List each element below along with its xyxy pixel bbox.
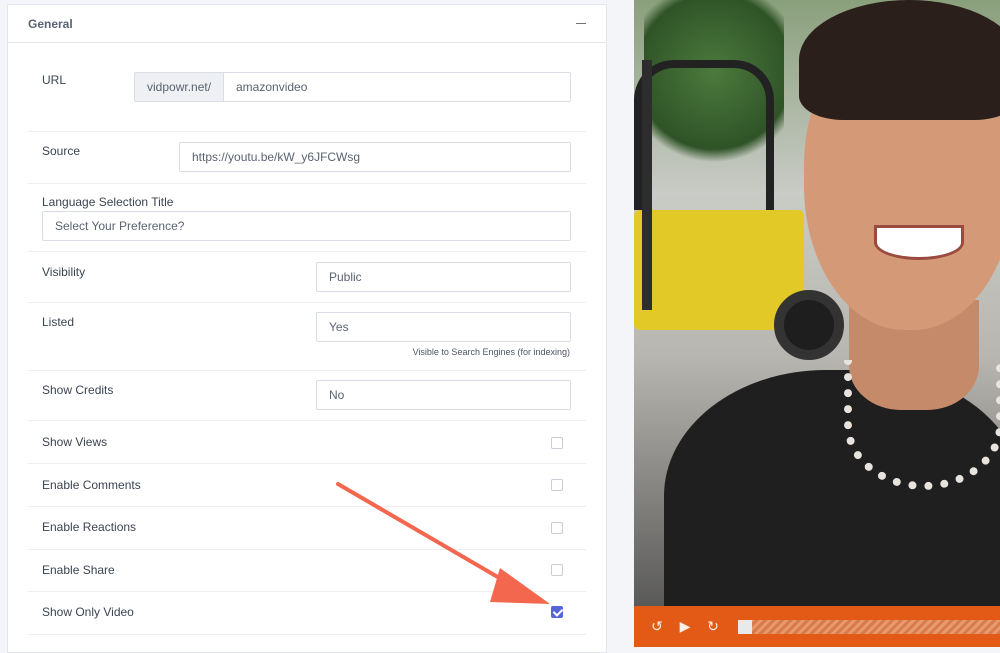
general-settings-panel: General URL vidpowr.net/ amazonvideo Sou… [7, 4, 607, 653]
forklift-wheel-shape [774, 290, 844, 360]
collapse-icon[interactable] [576, 23, 586, 24]
person-hair-shape [799, 0, 1000, 120]
play-icon[interactable]: ▶ [676, 618, 694, 635]
show-only-video-checkbox[interactable] [551, 606, 563, 618]
progress-bar[interactable] [738, 619, 1000, 634]
listed-select[interactable]: Yes [316, 312, 571, 342]
toggle-row-enable-comments: Enable Comments [28, 464, 586, 507]
language-title-input[interactable]: Select Your Preference? [42, 211, 571, 241]
forklift-mast-shape [642, 60, 652, 310]
source-label: Source [42, 144, 81, 158]
toggle-label: Show Views [42, 435, 108, 449]
rewind-10-icon[interactable]: ↺ [648, 618, 666, 635]
url-prefix: vidpowr.net/ [134, 72, 224, 102]
video-preview[interactable]: ↺ ▶ ↻ [634, 0, 1000, 647]
visibility-select[interactable]: Public [316, 262, 571, 292]
enable-reactions-checkbox[interactable] [551, 522, 563, 534]
credits-label: Show Credits [42, 383, 114, 397]
listed-label: Listed [42, 315, 75, 329]
show-views-checkbox[interactable] [551, 437, 563, 449]
toggle-row-enable-share: Enable Share [28, 550, 586, 592]
url-row: URL vidpowr.net/ amazonvideo [28, 43, 586, 132]
forward-10-icon[interactable]: ↻ [704, 618, 722, 635]
progress-handle[interactable] [738, 619, 752, 634]
forklift-cab-shape [634, 60, 774, 210]
toggle-row-enable-reactions: Enable Reactions [28, 507, 586, 550]
language-label: Language Selection Title [42, 195, 174, 209]
enable-comments-checkbox[interactable] [551, 479, 563, 491]
toggle-label: Show Only Video [42, 605, 134, 619]
toggle-label: Enable Comments [42, 478, 141, 492]
toggle-row-show-views: Show Views [28, 421, 586, 464]
source-input[interactable]: https://youtu.be/kW_y6JFCWsg [179, 142, 571, 172]
source-row: Source https://youtu.be/kW_y6JFCWsg [28, 132, 586, 184]
credits-row: Show Credits No [28, 371, 586, 421]
toggle-label: Enable Share [42, 563, 115, 577]
enable-share-checkbox[interactable] [551, 564, 563, 576]
visibility-label: Visibility [42, 265, 86, 279]
listed-row: Listed Yes Visible to Search Engines (fo… [28, 303, 586, 371]
panel-header[interactable]: General [8, 5, 606, 43]
credits-select[interactable]: No [316, 380, 571, 410]
toggle-label: Enable Reactions [42, 520, 137, 534]
language-row: Language Selection Title Select Your Pre… [28, 184, 586, 252]
listed-help-text: Visible to Search Engines (for indexing) [412, 347, 570, 357]
url-slug-input[interactable]: amazonvideo [223, 72, 571, 102]
necklace-shape [844, 360, 1000, 490]
person-smile-shape [874, 225, 964, 260]
video-frame [634, 0, 1000, 647]
player-controls: ↺ ▶ ↻ [634, 606, 1000, 647]
toggle-row-show-only-video: Show Only Video [28, 592, 586, 635]
visibility-row: Visibility Public [28, 252, 586, 303]
url-label: URL [42, 73, 67, 87]
panel-title: General [28, 16, 73, 31]
